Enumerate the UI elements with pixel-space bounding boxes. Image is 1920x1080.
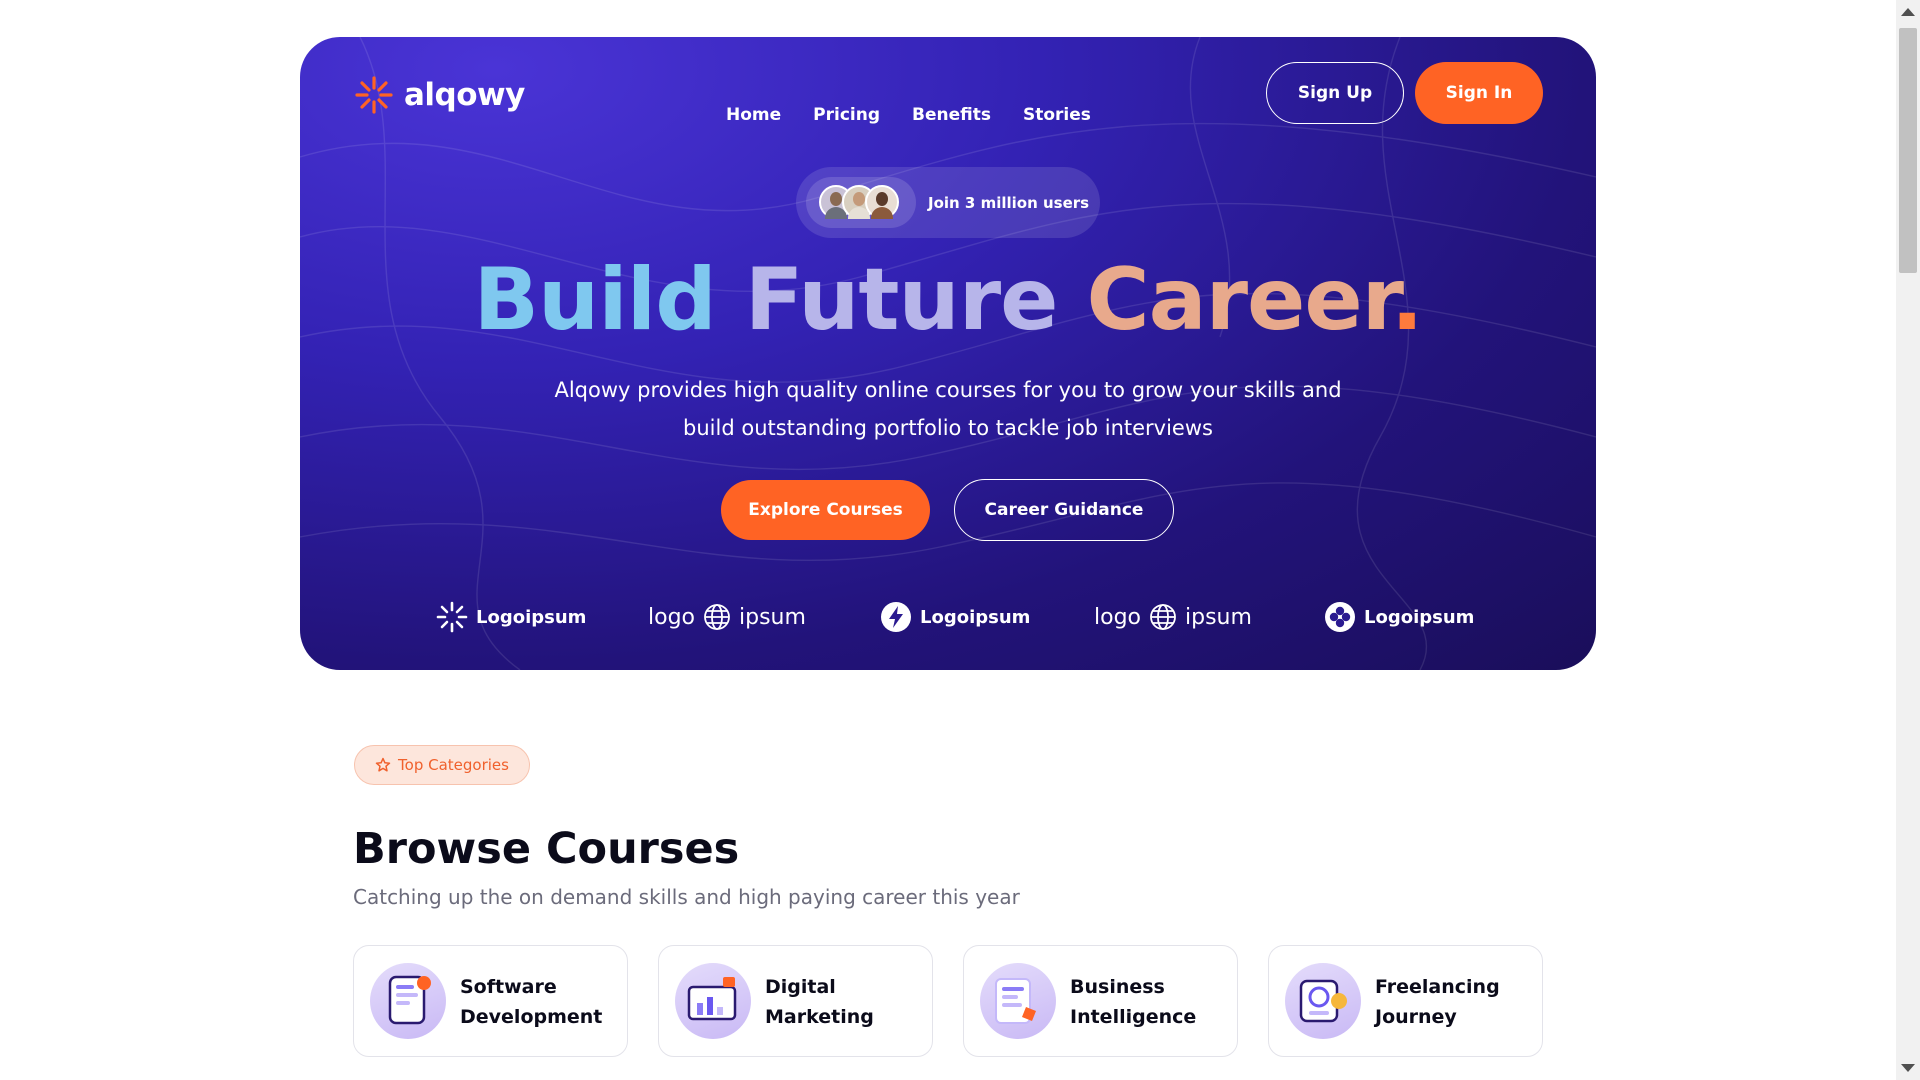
- sign-in-button[interactable]: Sign In: [1415, 62, 1543, 124]
- globe-logo-icon: [704, 604, 730, 630]
- category-title-line: Development: [460, 1006, 603, 1028]
- top-categories-badge: Top Categories: [354, 745, 530, 785]
- partner-logo-3: Logoipsum: [880, 599, 1030, 635]
- section-subtitle: Catching up the on demand skills and hig…: [353, 885, 1020, 909]
- nav-home[interactable]: Home: [726, 105, 781, 125]
- headline-word-career: Career: [1086, 250, 1391, 350]
- sunburst-brand-icon: [355, 76, 393, 114]
- scroll-down-arrow-icon[interactable]: [1901, 1064, 1915, 1072]
- category-title: Software Development: [460, 972, 620, 1032]
- partner-label: logo: [648, 604, 695, 630]
- scroll-up-arrow-icon[interactable]: [1901, 8, 1915, 16]
- bolt-logo-icon: [881, 602, 911, 632]
- globe-logo-icon: [1150, 604, 1176, 630]
- marketing-illustration-icon: [675, 963, 751, 1039]
- nav-benefits[interactable]: Benefits: [912, 105, 991, 125]
- brand-name: alqowy: [404, 77, 525, 113]
- logo[interactable]: alqowy: [354, 73, 525, 117]
- nav-stories[interactable]: Stories: [1023, 105, 1091, 125]
- category-title: Digital Marketing: [765, 972, 925, 1032]
- hero-section: alqowy Home Pricing Benefits Stories Sig…: [300, 37, 1596, 670]
- badge-label: Top Categories: [398, 756, 509, 774]
- freelance-illustration-icon: [1285, 963, 1361, 1039]
- partner-label: Logoipsum: [476, 606, 587, 628]
- headline-dot: .: [1390, 250, 1424, 350]
- partner-label: ipsum: [1185, 604, 1252, 630]
- category-title-line: Intelligence: [1070, 1006, 1197, 1028]
- category-title-line: Digital: [765, 976, 836, 998]
- partner-label: logo: [1094, 604, 1141, 630]
- nav-pricing[interactable]: Pricing: [813, 105, 880, 125]
- category-title: Freelancing Journey: [1375, 972, 1535, 1032]
- partner-logo-5: Logoipsum: [1324, 599, 1474, 635]
- headline-word-build: Build: [473, 250, 716, 350]
- business-illustration-icon: [980, 963, 1056, 1039]
- category-title-line: Software: [460, 976, 557, 998]
- avatar: [865, 185, 899, 219]
- section-title: Browse Courses: [353, 824, 740, 874]
- clover-logo-icon: [1325, 602, 1355, 632]
- category-title-line: Journey: [1375, 1006, 1457, 1028]
- headline-word-future: Future: [744, 250, 1059, 350]
- category-card-freelancing[interactable]: Freelancing Journey: [1268, 945, 1543, 1057]
- main-nav: Home Pricing Benefits Stories: [726, 105, 1091, 125]
- avatar-group: [806, 177, 916, 228]
- category-title-line: Freelancing: [1375, 976, 1500, 998]
- software-illustration-icon: [370, 963, 446, 1039]
- hero-subcopy: Alqowy provides high quality online cour…: [554, 378, 1342, 440]
- career-guidance-button[interactable]: Career Guidance: [954, 479, 1174, 541]
- category-card-marketing[interactable]: Digital Marketing: [658, 945, 933, 1057]
- explore-courses-button[interactable]: Explore Courses: [721, 480, 930, 540]
- category-card-software[interactable]: Software Development: [353, 945, 628, 1057]
- hero-headline: Build Future Career.: [300, 257, 1596, 343]
- partner-logo-2: logo ipsum: [648, 599, 806, 635]
- contour-background: [300, 37, 1596, 670]
- sunburst-logo-icon: [436, 601, 468, 633]
- category-title: Business Intelligence: [1070, 972, 1230, 1032]
- partner-logo-4: logo ipsum: [1094, 599, 1252, 635]
- partner-logo-1: Logoipsum: [436, 599, 586, 635]
- users-badge: Join 3 million users: [796, 167, 1100, 238]
- category-card-business[interactable]: Business Intelligence: [963, 945, 1238, 1057]
- vertical-scrollbar[interactable]: [1896, 0, 1920, 1080]
- category-title-line: Marketing: [765, 1006, 874, 1028]
- sign-up-button[interactable]: Sign Up: [1266, 62, 1404, 124]
- partner-label: Logoipsum: [920, 606, 1031, 628]
- star-icon: [375, 757, 391, 772]
- partner-label: Logoipsum: [1364, 606, 1475, 628]
- users-count-text: Join 3 million users: [928, 193, 1090, 212]
- partner-label: ipsum: [739, 604, 806, 630]
- category-title-line: Business: [1070, 976, 1165, 998]
- scroll-thumb[interactable]: [1899, 28, 1917, 273]
